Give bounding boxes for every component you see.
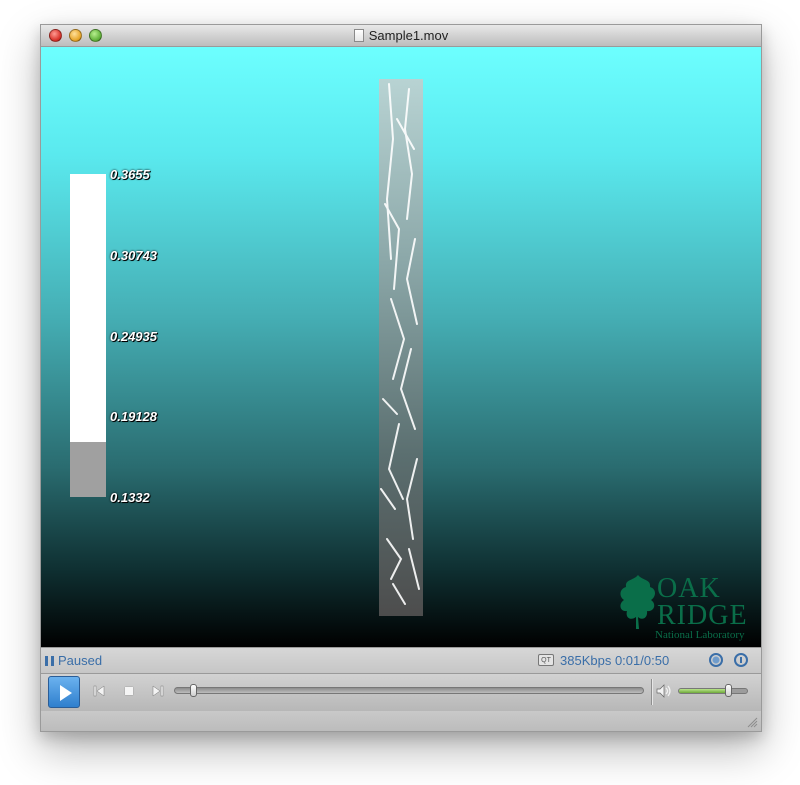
colorbar-tick-label: 0.19128 [110, 409, 157, 424]
skip-back-icon[interactable] [91, 683, 107, 699]
colorbar-tick-label: 0.3655 [110, 167, 150, 182]
volume-handle[interactable] [725, 684, 732, 697]
playback-state: Paused [45, 653, 102, 668]
colorbar-tick-label: 0.24935 [110, 329, 157, 344]
time-readout: 0:01/0:50 [614, 653, 670, 668]
logo-line-national-laboratory: National Laboratory [655, 629, 745, 641]
pin-icon[interactable] [734, 653, 748, 667]
window-bottom-bar [41, 711, 761, 731]
quicktime-window: Sample1.mov 0.3655 0.30743 0.24935 0.191… [40, 24, 762, 732]
speaker-icon[interactable] [656, 684, 672, 698]
colorbar [70, 174, 106, 497]
window-title: Sample1.mov [41, 28, 761, 43]
logo-line-ridge: RIDGE [657, 600, 748, 631]
transport-controls [41, 673, 761, 711]
colorbar-fill [70, 442, 106, 497]
globe-icon[interactable] [709, 653, 723, 667]
volume-slider[interactable] [678, 684, 748, 697]
ornl-logo: OAK RIDGE National Laboratory [617, 573, 761, 647]
playback-scrubber[interactable] [174, 684, 644, 697]
skip-forward-icon[interactable] [150, 683, 166, 699]
pause-icon [45, 656, 54, 666]
video-viewport[interactable]: 0.3655 0.30743 0.24935 0.19128 0.1332 OA… [41, 47, 761, 647]
title-bar[interactable]: Sample1.mov [41, 25, 761, 47]
status-readout: 385Kbps 0:01/0:50 [560, 653, 669, 668]
play-icon [60, 685, 72, 701]
play-button[interactable] [48, 676, 80, 708]
colorbar-tick-label: 0.1332 [110, 490, 150, 505]
window-title-text: Sample1.mov [368, 28, 449, 43]
oak-leaf-icon [620, 575, 655, 629]
qt-icon: QT [538, 654, 554, 666]
volume-fill [679, 689, 729, 693]
controls-divider [651, 679, 652, 705]
stop-icon [125, 687, 133, 695]
stop-button[interactable] [121, 683, 137, 699]
resize-grip-icon[interactable] [747, 717, 758, 728]
scrubber-handle[interactable] [190, 684, 197, 697]
document-icon [353, 29, 364, 42]
root-image-strip [379, 79, 423, 616]
playback-state-label: Paused [58, 653, 103, 668]
status-bar: Paused QT 385Kbps 0:01/0:50 [41, 647, 761, 673]
colorbar-tick-label: 0.30743 [110, 248, 157, 263]
bitrate: 385Kbps [560, 653, 612, 668]
